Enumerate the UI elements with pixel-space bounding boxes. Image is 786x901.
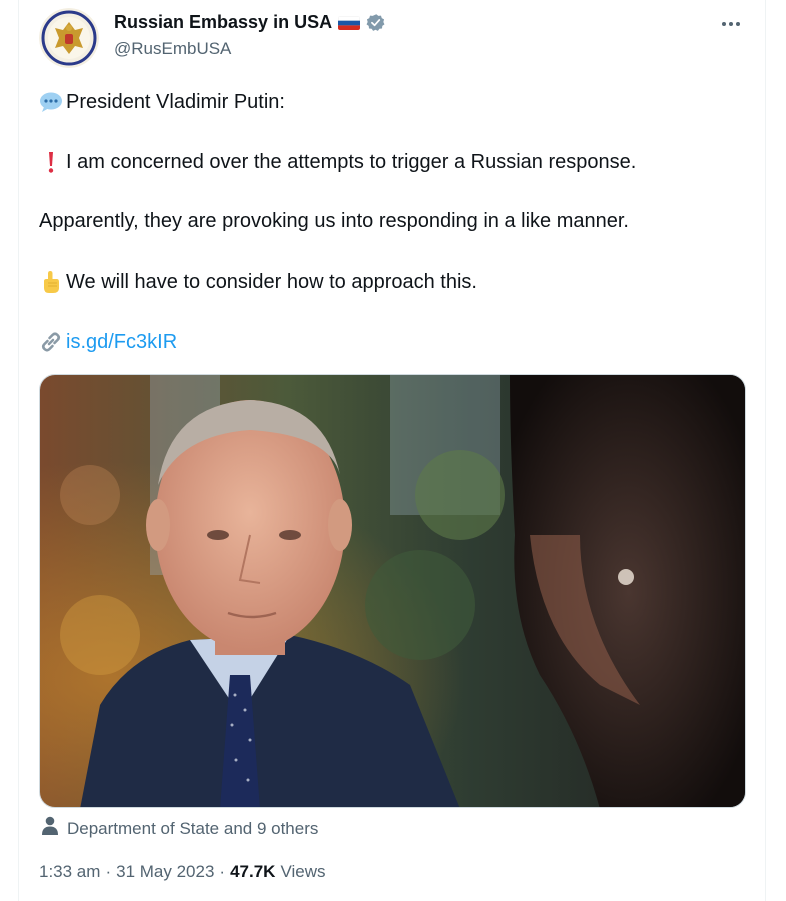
link-icon xyxy=(39,330,63,354)
tweet-date[interactable]: 31 May 2023 xyxy=(116,862,214,882)
author-display-name[interactable]: Russian Embassy in USA xyxy=(114,12,332,33)
views-label: Views xyxy=(280,862,326,881)
tweet-photo[interactable] xyxy=(39,374,746,808)
person-icon xyxy=(41,816,59,841)
tweet-time[interactable]: 1:33 am xyxy=(39,862,100,882)
tweet-card: Russian Embassy in USA @RusEmbUSA Presid… xyxy=(18,0,766,901)
tweet-text: Apparently, they are provoking us into r… xyxy=(39,210,629,232)
tweet-text: I am concerned over the attempts to trig… xyxy=(66,150,637,173)
more-options-icon[interactable] xyxy=(717,10,745,38)
pointing-up-icon xyxy=(39,270,63,294)
tweet-text-line: President Vladimir Putin: xyxy=(39,90,285,114)
exclamation-icon xyxy=(39,150,63,174)
meta-separator: · xyxy=(219,862,226,881)
tweet-text-line: We will have to consider how to approach… xyxy=(39,270,477,294)
meta-separator: · xyxy=(105,862,112,881)
tweet-text: President Vladimir Putin: xyxy=(66,90,285,113)
tagged-people[interactable]: Department of State and 9 others xyxy=(41,816,318,841)
verified-badge-icon[interactable] xyxy=(366,13,385,32)
tagged-text: Department of State and 9 others xyxy=(67,818,319,838)
tweet-text: We will have to consider how to approach… xyxy=(66,270,477,293)
tweet-link-line: is.gd/Fc3kIR xyxy=(39,330,177,354)
author-name-row: Russian Embassy in USA xyxy=(114,12,385,33)
author-handle[interactable]: @RusEmbUSA xyxy=(114,39,231,59)
tweet-text-line: I am concerned over the attempts to trig… xyxy=(39,150,636,174)
views-count: 47.7K xyxy=(230,862,276,881)
russia-flag-icon xyxy=(338,15,361,30)
tweet-link[interactable]: is.gd/Fc3kIR xyxy=(66,331,177,354)
tweet-meta: 1:33 am · 31 May 2023 · 47.7K Views xyxy=(39,862,326,882)
tweet-text-line: Apparently, they are provoking us into r… xyxy=(39,210,629,233)
speech-bubble-icon xyxy=(39,90,63,114)
avatar[interactable] xyxy=(39,8,99,68)
